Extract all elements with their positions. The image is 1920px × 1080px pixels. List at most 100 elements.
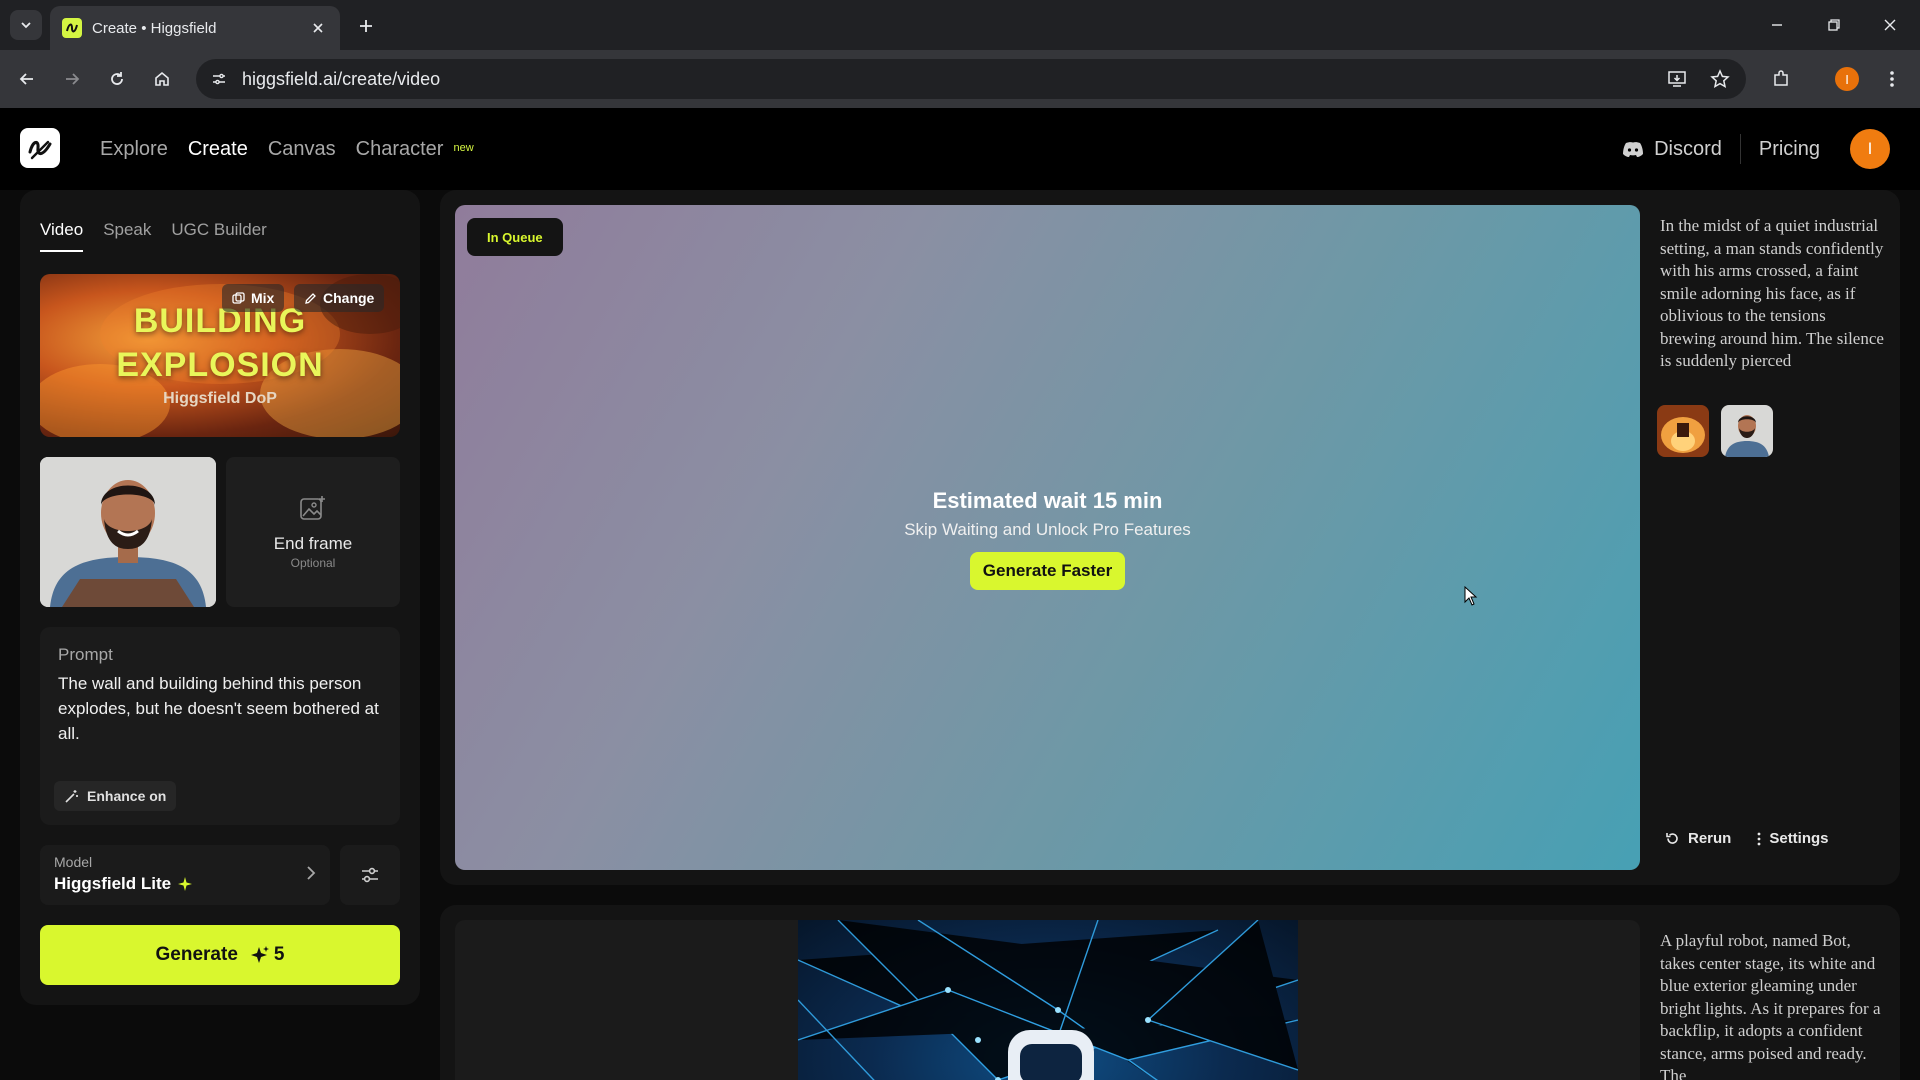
- reload-icon[interactable]: [102, 64, 132, 94]
- model-name: Higgsfield Lite: [54, 874, 172, 893]
- create-panel: Video Speak UGC Builder BUILDING EXPLOSI…: [20, 190, 420, 1005]
- input-thumbnails: [1657, 405, 1773, 457]
- browser-toolbar: higgsfield.ai/create/video I: [0, 50, 1920, 108]
- sliders-icon: [362, 867, 378, 883]
- extensions-icon[interactable]: [1766, 64, 1796, 94]
- tab-video[interactable]: Video: [40, 220, 84, 252]
- higgsfield-logo[interactable]: [20, 128, 60, 168]
- browser-menu-icon[interactable]: [1877, 64, 1907, 94]
- user-avatar[interactable]: I: [1850, 129, 1890, 169]
- nav-character-label: Character: [355, 138, 444, 160]
- nav-create[interactable]: Create: [188, 138, 248, 161]
- discord-icon: [1623, 141, 1644, 157]
- site-header: Explore Create Canvas Character new Disco…: [0, 108, 1920, 190]
- enhance-toggle[interactable]: Enhance on: [54, 781, 177, 811]
- model-value: Higgsfield Lite: [54, 874, 316, 894]
- status-badge: In Queue: [467, 218, 563, 256]
- queued-video-placeholder: In Queue Estimated wait 15 min Skip Wait…: [455, 205, 1640, 870]
- card-actions: Rerun Settings: [1665, 830, 1829, 847]
- header-right: Discord Pricing I: [1604, 128, 1890, 170]
- model-selector[interactable]: Model Higgsfield Lite: [40, 845, 330, 905]
- model-label: Model: [54, 854, 93, 870]
- chevron-down-icon: [21, 22, 31, 29]
- rerun-label: Rerun: [1688, 830, 1732, 847]
- end-frame-upload[interactable]: End frame Optional: [226, 457, 400, 607]
- advanced-settings-button[interactable]: [340, 845, 400, 905]
- start-frame-image[interactable]: [40, 457, 216, 607]
- url-text: higgsfield.ai/create/video: [242, 68, 441, 89]
- prompt-text[interactable]: The wall and building behind this person…: [58, 671, 382, 746]
- tab-ugc-builder[interactable]: UGC Builder: [171, 220, 266, 252]
- end-frame-label: End frame: [273, 534, 353, 553]
- prompt-field[interactable]: Prompt The wall and building behind this…: [40, 627, 400, 825]
- chevron-right-icon: [307, 866, 316, 880]
- pencil-icon: [305, 292, 316, 304]
- rerun-button[interactable]: Rerun: [1665, 830, 1731, 847]
- preset-thumbnail[interactable]: [1657, 405, 1709, 457]
- upgrade-hint: Skip Waiting and Unlock Pro Features: [904, 520, 1191, 539]
- sparkle-icon: [178, 877, 193, 891]
- profile-avatar: I: [1835, 67, 1859, 91]
- discord-label: Discord: [1654, 137, 1722, 160]
- change-label: Change: [323, 290, 375, 306]
- nav-canvas[interactable]: Canvas: [268, 138, 336, 161]
- home-icon[interactable]: [147, 64, 177, 94]
- generation-card-robot: A playful robot, named Bot, takes center…: [440, 905, 1900, 1080]
- mix-icon: [232, 291, 245, 304]
- forward-arrow-icon[interactable]: [57, 64, 87, 94]
- logo-icon: [28, 140, 52, 160]
- tab-search-button[interactable]: [10, 10, 42, 40]
- minimize-icon[interactable]: [1757, 10, 1797, 40]
- man-portrait: [40, 457, 216, 607]
- install-app-icon[interactable]: [1662, 64, 1692, 94]
- more-vertical-icon: [1757, 832, 1761, 845]
- browser-tabbar: Create • Higgsfield: [0, 0, 1920, 50]
- robot-video[interactable]: [798, 920, 1298, 1080]
- tab-speak[interactable]: Speak: [103, 220, 151, 252]
- new-tab-icon[interactable]: [352, 12, 380, 40]
- mix-button[interactable]: Mix: [222, 284, 285, 312]
- settings-button[interactable]: Settings: [1757, 830, 1829, 847]
- mouse-cursor-icon: [1464, 586, 1478, 606]
- generation-description: In the midst of a quiet industrial setti…: [1660, 216, 1884, 370]
- preset-subtitle: Higgsfield DoP: [163, 390, 277, 407]
- preset-title: BUILDING EXPLOSION: [40, 299, 400, 387]
- generate-button[interactable]: Generate 5: [40, 925, 400, 985]
- generate-faster-button[interactable]: Generate Faster: [969, 552, 1126, 590]
- higgsfield-favicon-icon: [62, 18, 82, 38]
- close-window-icon[interactable]: [1870, 10, 1910, 40]
- close-tab-icon[interactable]: [308, 18, 328, 38]
- enhance-label: Enhance on: [87, 788, 167, 804]
- tab-title: Create • Higgsfield: [92, 19, 217, 37]
- motion-preset-card[interactable]: BUILDING EXPLOSION Higgsfield DoP Mix Ch…: [40, 274, 400, 437]
- site-info-icon[interactable]: [210, 70, 228, 88]
- settings-label: Settings: [1769, 830, 1829, 847]
- address-bar[interactable]: higgsfield.ai/create/video: [196, 59, 1746, 99]
- profile-button[interactable]: I: [1832, 64, 1862, 94]
- discord-link[interactable]: Discord: [1604, 138, 1740, 161]
- generate-cost: 5: [250, 944, 285, 966]
- queue-info: Estimated wait 15 min Skip Waiting and U…: [455, 488, 1640, 590]
- browser-tab-active[interactable]: Create • Higgsfield: [50, 6, 340, 50]
- start-frame-thumbnail[interactable]: [1721, 405, 1773, 457]
- rerun-icon: [1666, 833, 1678, 844]
- bookmark-star-icon[interactable]: [1705, 64, 1735, 94]
- generate-label: Generate: [155, 944, 238, 965]
- pricing-link[interactable]: Pricing: [1741, 138, 1838, 161]
- change-button[interactable]: Change: [294, 284, 385, 312]
- generate-cost-value: 5: [273, 944, 285, 965]
- nav-character[interactable]: Character new: [356, 138, 474, 161]
- end-frame-optional: Optional: [290, 556, 336, 570]
- mode-tabs: Video Speak UGC Builder: [40, 220, 267, 252]
- nav-explore[interactable]: Explore: [100, 138, 168, 161]
- preset-title-line2: EXPLOSION: [116, 346, 324, 384]
- prompt-label: Prompt: [58, 645, 113, 664]
- main-nav: Explore Create Canvas Character new: [100, 138, 474, 161]
- new-badge: new: [453, 142, 474, 154]
- restore-icon[interactable]: [1814, 10, 1854, 40]
- generation-description-2: A playful robot, named Bot, takes center…: [1660, 931, 1881, 1080]
- back-arrow-icon[interactable]: [12, 64, 42, 94]
- magic-wand-icon: [65, 789, 78, 803]
- mix-label: Mix: [251, 290, 275, 306]
- credits-sparkle-icon: [250, 946, 269, 963]
